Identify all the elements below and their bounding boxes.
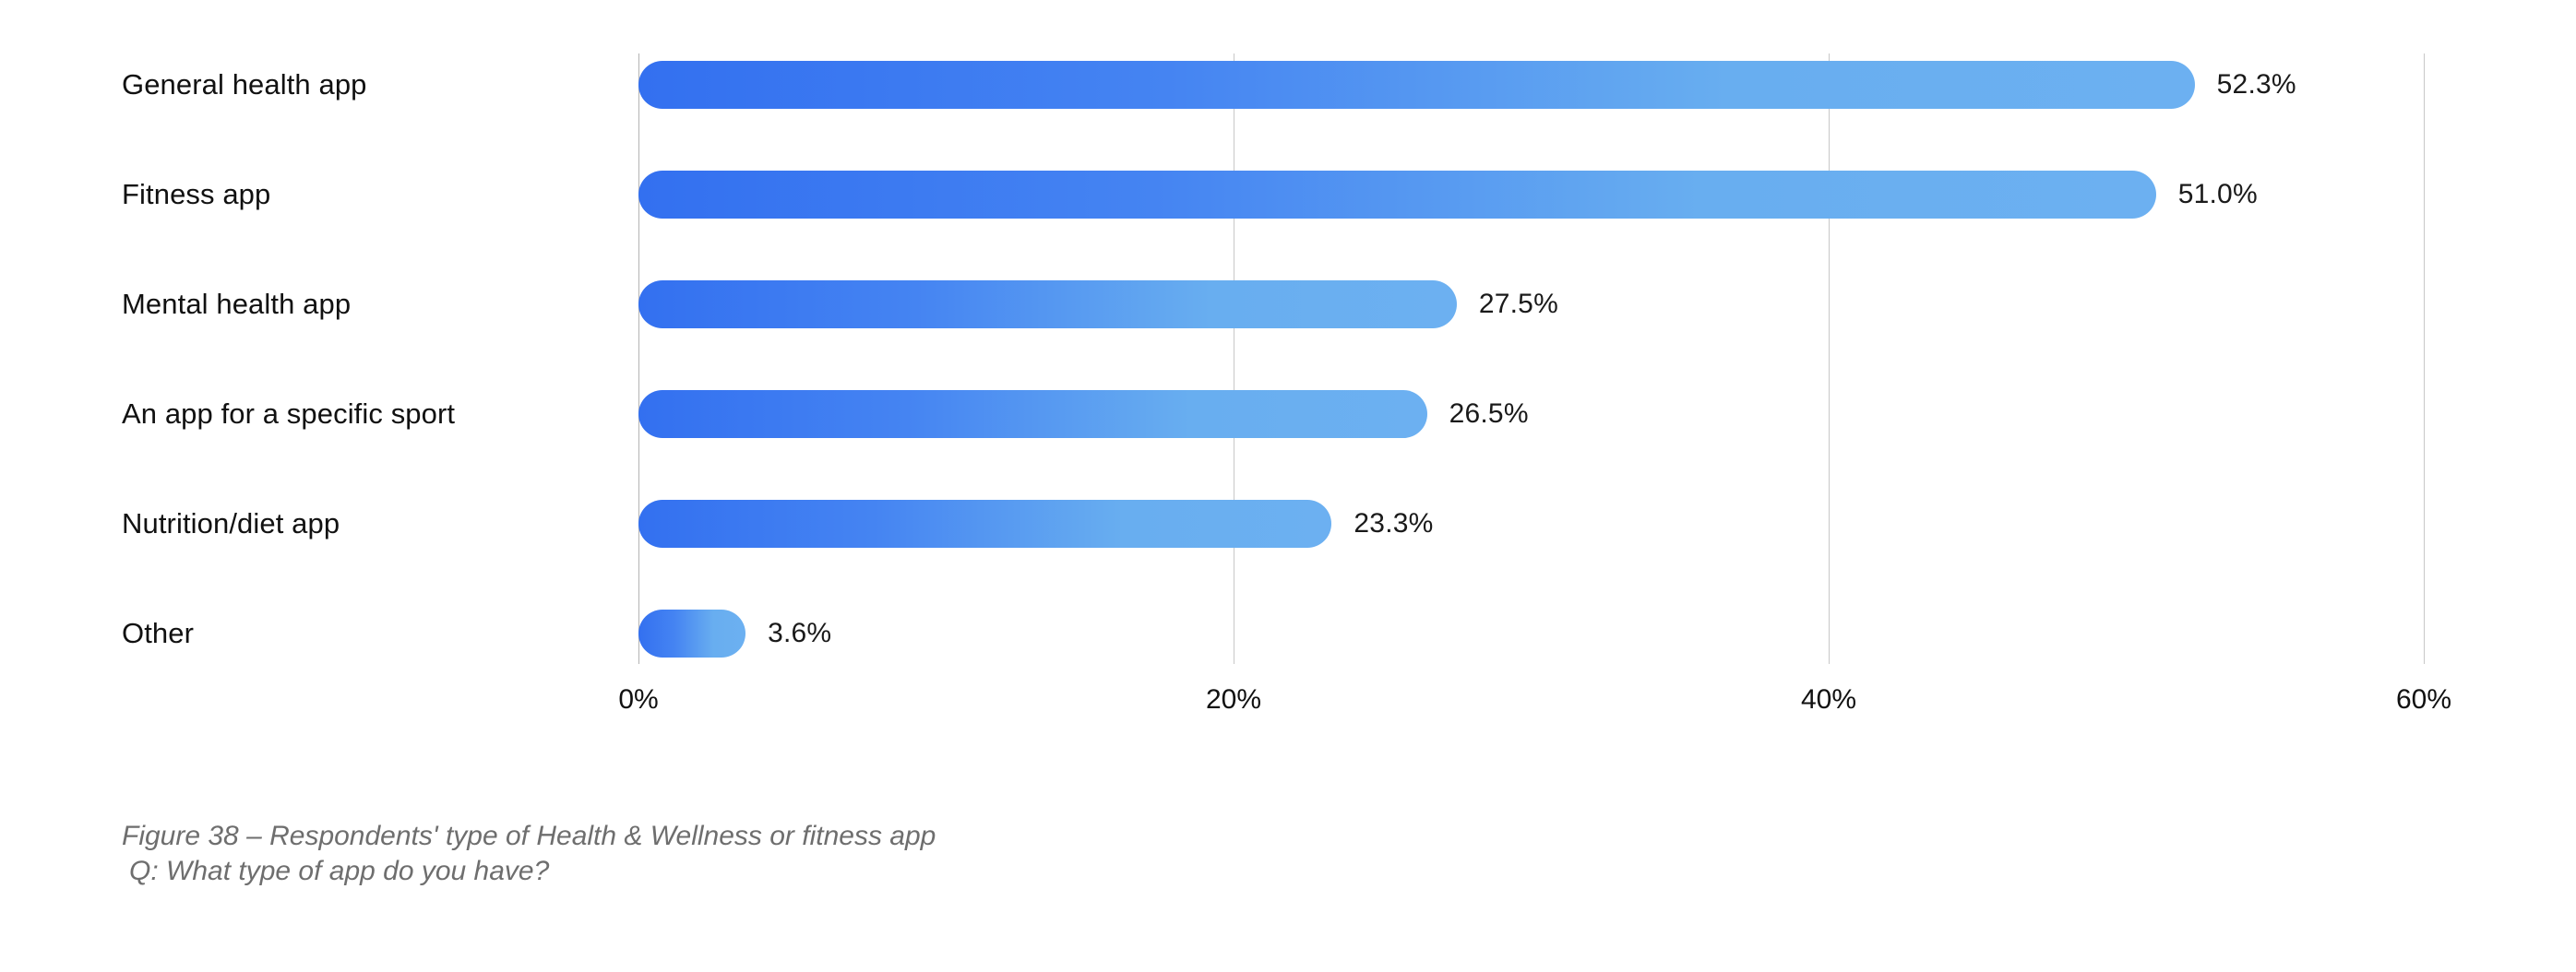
category-label-text: Other <box>122 617 195 649</box>
gridline-60 <box>2424 53 2425 664</box>
x-tick-label-40: 40% <box>1800 684 1857 715</box>
bar-row: 3.6% <box>638 610 2424 658</box>
bar-value-label: 3.6% <box>768 618 832 648</box>
bar[interactable] <box>638 610 746 658</box>
category-label-text: Fitness app <box>122 178 271 210</box>
category-label-text: Mental health app <box>122 288 352 320</box>
bar-value-label: 52.3% <box>2216 69 2296 100</box>
bar[interactable] <box>638 500 1332 548</box>
x-axis-origin-line <box>638 53 639 664</box>
bar-row: 52.3% <box>638 61 2424 109</box>
bar[interactable] <box>638 171 2156 219</box>
category-label-text: An app for a specific sport <box>122 397 456 430</box>
caption-title: Figure 38 – Respondents' type of Health … <box>122 821 936 851</box>
bar[interactable] <box>638 390 1427 438</box>
gridline-40 <box>1829 53 1830 664</box>
x-tick-label-60: 60% <box>2395 684 2452 715</box>
bar-row: 23.3% <box>638 500 2424 548</box>
bar[interactable] <box>638 61 2195 109</box>
figure-container: 52.3% 51.0% 27.5% 26.5% 23.3% 3.6% General he… <box>0 0 2576 972</box>
bar-value-label: 26.5% <box>1449 398 1529 429</box>
x-tick-label-20: 20% <box>1205 684 1262 715</box>
chart-plot-area: 52.3% 51.0% 27.5% 26.5% 23.3% 3.6% <box>638 53 2425 664</box>
bar-row: 27.5% <box>638 280 2424 328</box>
bar-value-label: 23.3% <box>1354 508 1434 539</box>
bar-row: 51.0% <box>638 171 2424 219</box>
category-label-text: Nutrition/diet app <box>122 507 340 539</box>
bar-value-label: 27.5% <box>1478 289 1558 319</box>
bar-value-label: 51.0% <box>2177 179 2258 209</box>
bar[interactable] <box>638 280 1457 328</box>
caption-question: Q: What type of app do you have? <box>129 856 550 886</box>
x-tick-label-0: 0% <box>618 684 659 715</box>
bar-row: 26.5% <box>638 390 2424 438</box>
category-label-text: General health app <box>122 68 367 101</box>
figure-caption: Figure 38 – Respondents' type of Health … <box>122 819 1598 889</box>
